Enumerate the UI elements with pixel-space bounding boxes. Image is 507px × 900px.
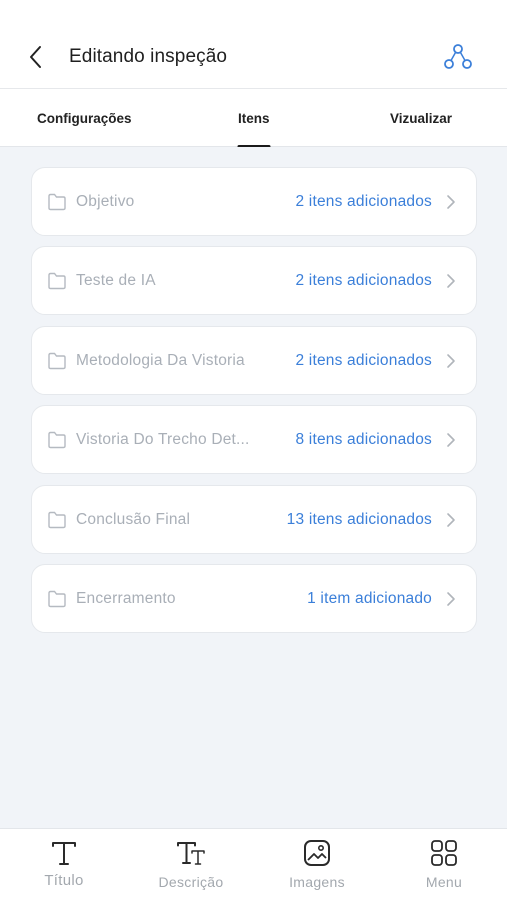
list-item[interactable]: Conclusão Final 13 itens adicionados xyxy=(31,485,477,554)
grid-menu-icon xyxy=(431,840,457,866)
item-label: Teste de IA xyxy=(76,272,156,289)
toolbar-label: Descrição xyxy=(158,874,224,890)
tab-vizualizar[interactable]: Vizualizar xyxy=(390,89,452,147)
list-item[interactable]: Teste de IA 2 itens adicionados xyxy=(31,246,477,315)
tab-label: Vizualizar xyxy=(390,110,453,126)
tab-itens[interactable]: Itens xyxy=(237,89,271,148)
folder-icon xyxy=(48,431,66,449)
list-item[interactable]: Objetivo 2 itens adicionados xyxy=(31,167,477,236)
share-nodes-icon xyxy=(444,44,472,69)
item-label: Objetivo xyxy=(76,193,135,210)
tab-label: Configurações xyxy=(37,110,132,126)
toolbar-label: Menu xyxy=(425,874,463,890)
description-text-icon xyxy=(177,842,205,865)
item-count: 1 item adicionado xyxy=(307,590,432,607)
item-label: Conclusão Final xyxy=(76,511,191,528)
folder-icon xyxy=(48,272,66,290)
add-description-button[interactable]: Descrição xyxy=(136,829,246,900)
item-count: 2 itens adicionados xyxy=(295,272,432,289)
add-title-button[interactable]: Título xyxy=(9,829,119,900)
tab-configuracoes[interactable]: Configurações xyxy=(37,89,132,147)
chevron-right-icon xyxy=(447,195,455,209)
page-title: Editando inspeção xyxy=(69,46,228,67)
chevron-left-icon xyxy=(30,46,41,68)
toolbar-label: Título xyxy=(44,872,84,889)
folder-icon xyxy=(48,590,66,608)
folder-icon xyxy=(48,193,66,211)
chevron-right-icon xyxy=(447,354,455,368)
item-label: Metodologia Da Vistoria xyxy=(76,352,245,369)
toolbar-label: Imagens xyxy=(289,874,345,890)
title-text-icon xyxy=(52,842,76,865)
chevron-right-icon xyxy=(447,433,455,447)
folder-icon xyxy=(48,352,66,370)
add-images-button[interactable]: Imagens xyxy=(262,829,372,900)
item-label: Encerramento xyxy=(76,590,176,607)
tab-label: Itens xyxy=(238,110,270,126)
chevron-right-icon xyxy=(447,513,455,527)
item-count: 8 itens adicionados xyxy=(295,431,432,448)
share-button[interactable] xyxy=(443,42,473,72)
list-item[interactable]: Metodologia Da Vistoria 2 itens adiciona… xyxy=(31,326,477,395)
bottom-toolbar: Título Descrição Imagens Menu xyxy=(0,828,507,900)
item-label: Vistoria Do Trecho Det... xyxy=(76,431,250,448)
tab-bar: Configurações Itens Vizualizar xyxy=(0,88,507,148)
folder-icon xyxy=(48,511,66,529)
chevron-right-icon xyxy=(447,592,455,606)
item-count: 2 itens adicionados xyxy=(295,352,432,369)
app-header: Editando inspeção xyxy=(0,0,507,88)
list-item[interactable]: Encerramento 1 item adicionado xyxy=(31,564,477,633)
chevron-right-icon xyxy=(447,274,455,288)
list-item[interactable]: Vistoria Do Trecho Det... 8 itens adicio… xyxy=(31,405,477,474)
item-count: 2 itens adicionados xyxy=(295,193,432,210)
item-count: 13 itens adicionados xyxy=(286,511,432,528)
back-button[interactable] xyxy=(22,44,48,70)
menu-button[interactable]: Menu xyxy=(389,829,499,900)
image-icon xyxy=(304,840,330,866)
